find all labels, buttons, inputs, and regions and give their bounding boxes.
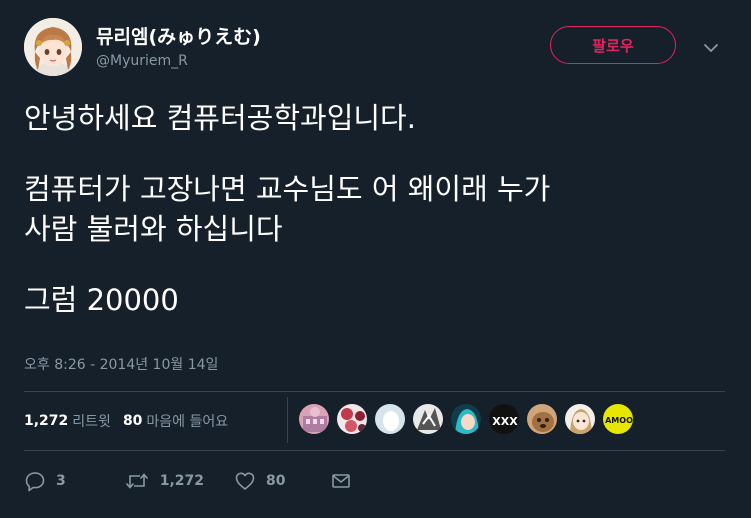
- reply-button[interactable]: 3: [24, 470, 66, 492]
- liker-avatar[interactable]: XXX: [488, 403, 520, 435]
- envelope-icon: [330, 470, 352, 492]
- tweet-stats: 1,272 리트윗 80 마음에 들어요: [24, 404, 228, 438]
- liker-logo-text: XXX: [492, 415, 518, 428]
- chevron-down-icon[interactable]: [701, 40, 721, 54]
- liker-avatar[interactable]: [374, 403, 406, 435]
- retweet-count: 1,272: [159, 473, 205, 489]
- tweet-actions: 3 1,272 80: [24, 468, 352, 494]
- tweet-line: 안녕하세요 컴퓨터공학과입니다.: [24, 101, 416, 135]
- liker-avatar[interactable]: [564, 403, 596, 435]
- user-avatar[interactable]: [24, 18, 82, 76]
- display-name[interactable]: 뮤리엠(みゅりえむ): [96, 22, 261, 49]
- retweets-count[interactable]: 1,272: [24, 413, 68, 429]
- like-count: 80: [266, 473, 286, 489]
- liker-avatar[interactable]: [412, 403, 444, 435]
- retweet-button[interactable]: 1,272: [124, 470, 204, 492]
- user-handle[interactable]: @Myuriem_R: [96, 53, 188, 69]
- retweets-label[interactable]: 리트윗: [72, 411, 111, 431]
- heart-icon: [234, 470, 256, 492]
- message-button[interactable]: [330, 470, 352, 492]
- liker-avatars: XXX AMOO: [298, 403, 640, 437]
- retweet-icon: [124, 470, 150, 492]
- tweet-card: 뮤리엠(みゅりえむ) @Myuriem_R 팔로우 안녕하세요 컴퓨터공학과입니…: [0, 0, 751, 518]
- liker-avatar[interactable]: [336, 403, 368, 435]
- follow-button[interactable]: 팔로우: [550, 26, 676, 64]
- tweet-text: 안녕하세요 컴퓨터공학과입니다. 컴퓨터가 고장나면 교수님도 어 왜이래 누가…: [24, 98, 724, 320]
- likes-label[interactable]: 마음에 들어요: [146, 411, 228, 431]
- liker-avatar[interactable]: [298, 403, 330, 435]
- tweet-timestamp[interactable]: 오후 8:26 - 2014년 10월 14일: [24, 354, 218, 374]
- likes-count[interactable]: 80: [123, 413, 142, 429]
- stats-separator: [287, 397, 288, 443]
- liker-avatar[interactable]: [526, 403, 558, 435]
- divider: [24, 450, 725, 451]
- reply-count: 3: [56, 473, 66, 489]
- tweet-line: 그럼 20000: [24, 283, 179, 317]
- like-button[interactable]: 80: [234, 470, 286, 492]
- liker-badge-text: AMOO: [605, 416, 633, 425]
- liker-avatar[interactable]: AMOO: [602, 403, 634, 435]
- liker-avatar[interactable]: [450, 403, 482, 435]
- reply-icon: [24, 470, 46, 492]
- tweet-line: 컴퓨터가 고장나면 교수님도 어 왜이래 누가: [24, 172, 551, 206]
- divider: [24, 391, 725, 392]
- tweet-line: 사람 불러와 하십니다: [24, 212, 283, 246]
